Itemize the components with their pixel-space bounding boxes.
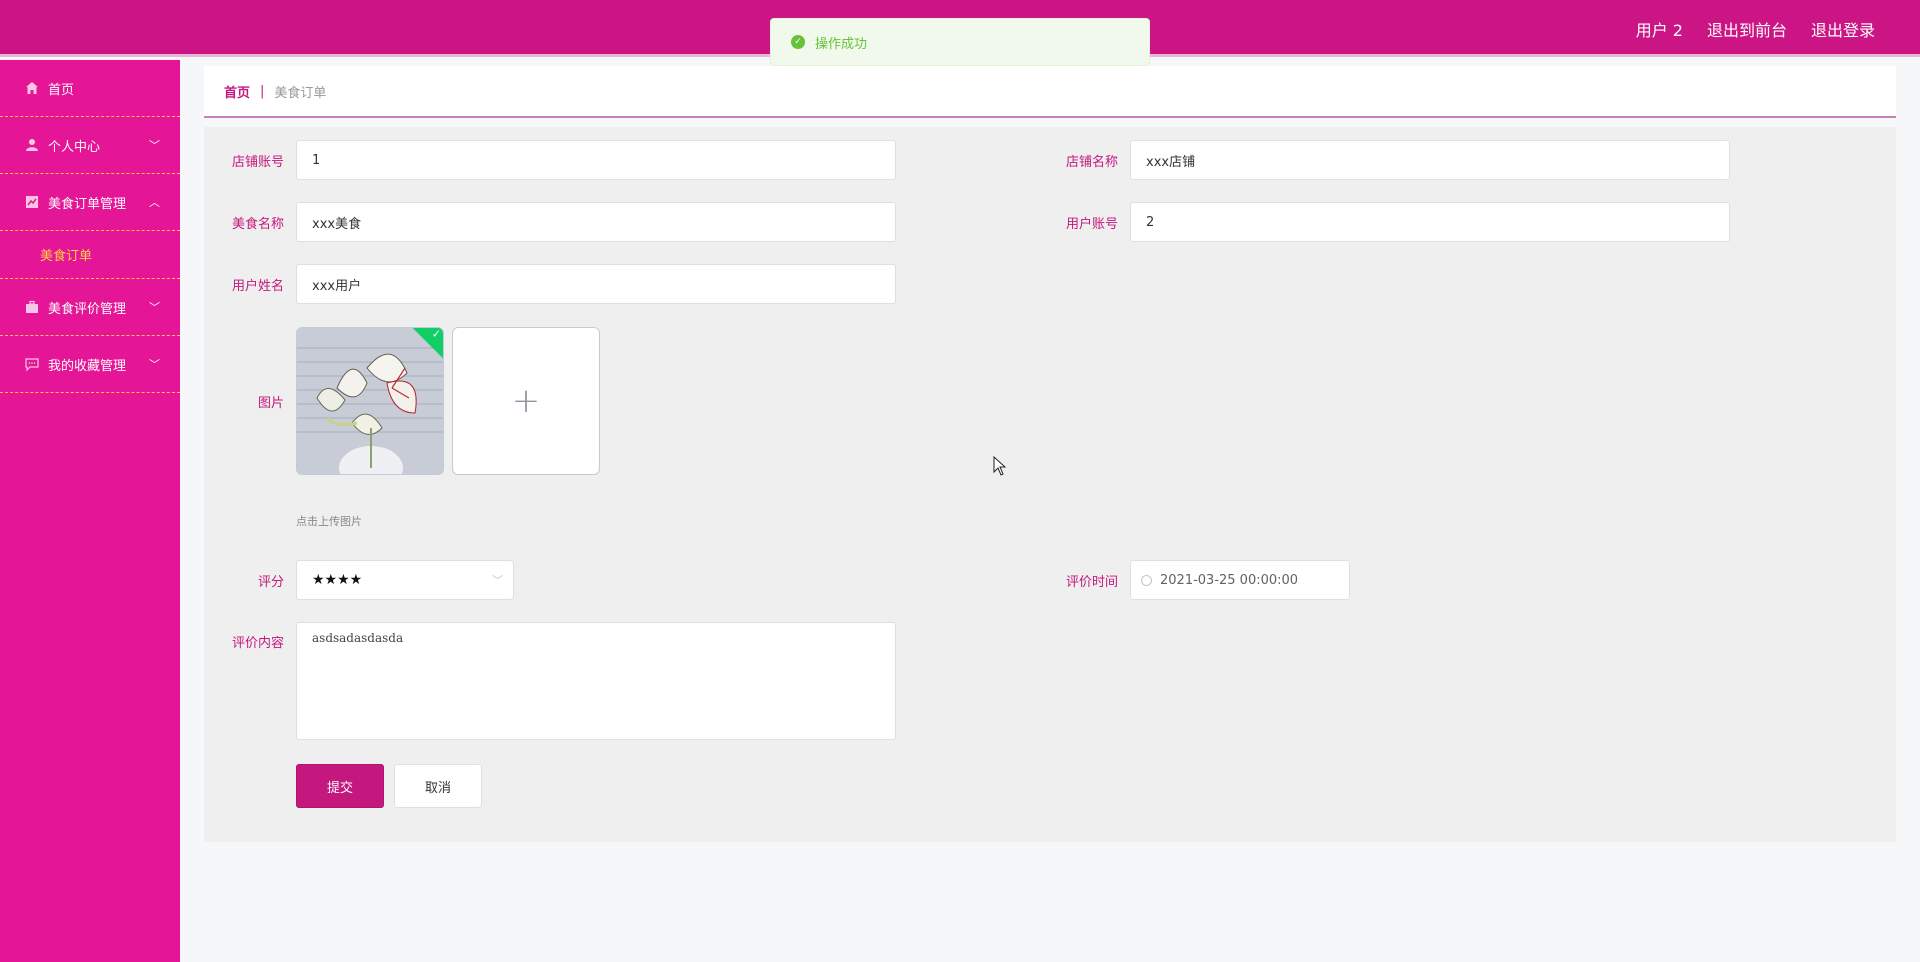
rating-label: 评分: [257, 575, 284, 590]
sidebar-item-label: 个人中心: [48, 139, 101, 155]
sidebar-item-food-review-management[interactable]: 美食评价管理 ﹀: [0, 279, 180, 336]
user-links: 用户 2 退出到前台 退出登录: [1636, 0, 1875, 57]
sidebar-item-my-favorites-management[interactable]: 我的收藏管理 ﹀: [0, 336, 180, 393]
exit-to-front-link[interactable]: 退出到前台: [1707, 17, 1787, 41]
review-time-picker[interactable]: 2021-03-25 00:00:00: [1130, 560, 1350, 600]
rating-select[interactable]: ★★★★ ﹀: [296, 560, 514, 600]
sidebar: 首页 个人中心 ﹀ 美食订单管理 ︿ 美食订单 美食评价管理 ﹀ 我的收藏管理 …: [0, 60, 180, 962]
user-account-field[interactable]: 2: [1130, 202, 1730, 242]
upload-add-button[interactable]: +: [452, 327, 600, 475]
food-name-field[interactable]: xxx美食: [296, 202, 896, 242]
user-icon: [24, 137, 40, 153]
success-toast: ✓ 操作成功: [770, 18, 1150, 66]
sidebar-subitem-label: 美食订单: [40, 249, 93, 264]
check-circle-icon: ✓: [791, 35, 805, 49]
sidebar-item-personal-center[interactable]: 个人中心 ﹀: [0, 117, 180, 174]
toast-message: 操作成功: [815, 36, 868, 52]
chevron-down-icon: ﹀: [492, 574, 503, 587]
review-content-label: 评价内容: [231, 636, 284, 651]
user-name-label: 用户姓名: [231, 279, 284, 294]
submit-button[interactable]: 提交: [296, 764, 384, 808]
shop-account-label: 店铺账号: [231, 155, 284, 170]
flower-image: [297, 328, 443, 474]
rating-value: ★★★★: [312, 572, 363, 588]
review-time-value: 2021-03-25 00:00:00: [1160, 572, 1299, 588]
plus-icon: +: [511, 381, 541, 421]
chart-icon: [24, 194, 40, 210]
user-name: 用户 2: [1635, 20, 1683, 40]
chat-icon: [24, 356, 40, 372]
logout-link[interactable]: 退出登录: [1811, 17, 1875, 41]
uploaded-image-thumbnail[interactable]: ✓: [296, 327, 444, 475]
breadcrumb-home[interactable]: 首页: [224, 82, 250, 101]
review-time-label: 评价时间: [1065, 575, 1118, 590]
upload-tip: 点击上传图片: [296, 515, 362, 528]
sidebar-item-home[interactable]: 首页: [0, 60, 180, 117]
clock-icon: [1141, 574, 1152, 586]
sidebar-item-label: 首页: [48, 82, 75, 98]
briefcase-icon: [24, 299, 40, 315]
edit-form: 店铺账号 1 店铺名称 xxx店铺 美食名称 xxx美食 用户账号 2 用户姓名…: [204, 127, 1896, 842]
image-label: 图片: [257, 396, 284, 411]
sidebar-subitem-food-order[interactable]: 美食订单: [0, 231, 180, 279]
cursor-arrow-icon: [993, 455, 1007, 476]
sidebar-item-label: 美食评价管理: [48, 301, 127, 317]
shop-account-field[interactable]: 1: [296, 140, 896, 180]
sidebar-item-food-order-management[interactable]: 美食订单管理 ︿: [0, 174, 180, 231]
chevron-up-icon: ︿: [149, 196, 160, 209]
user-account-label: 用户账号: [1065, 217, 1118, 232]
chevron-down-icon: ﹀: [149, 139, 160, 152]
user-name-field[interactable]: xxx用户: [296, 264, 896, 304]
chevron-down-icon: ﹀: [149, 358, 160, 371]
home-icon: [24, 80, 40, 96]
breadcrumb-current: 美食订单: [274, 85, 327, 101]
breadcrumb: 首页 | 美食订单: [204, 66, 1896, 118]
review-content-textarea[interactable]: asdsadasdasda: [296, 622, 896, 740]
shop-name-field[interactable]: xxx店铺: [1130, 140, 1730, 180]
check-icon: ✓: [431, 327, 441, 341]
sidebar-item-label: 美食订单管理: [48, 196, 127, 212]
cancel-button[interactable]: 取消: [394, 764, 482, 808]
chevron-down-icon: ﹀: [149, 301, 160, 314]
shop-name-label: 店铺名称: [1065, 155, 1118, 170]
sidebar-item-label: 我的收藏管理: [48, 358, 127, 374]
breadcrumb-separator: |: [260, 83, 265, 99]
food-name-label: 美食名称: [231, 217, 284, 232]
